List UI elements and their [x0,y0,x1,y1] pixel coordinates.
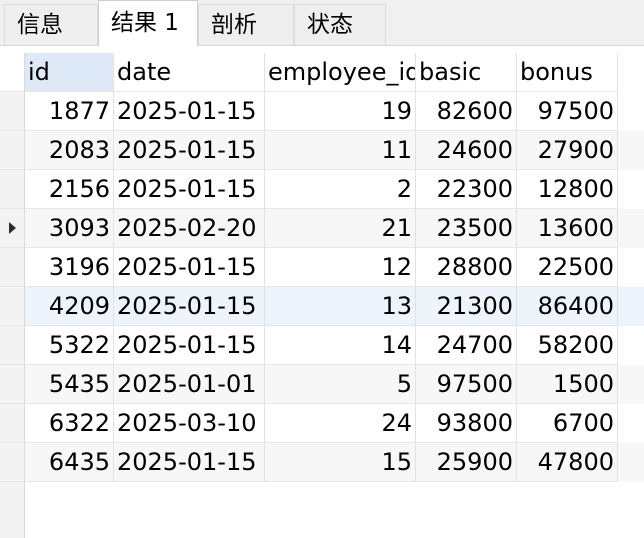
cell-basic[interactable]: 82600 [416,92,517,131]
tab-info-label: 信息 [17,12,63,38]
tab-result-1-label: 结果 1 [111,10,179,36]
cell-bonus[interactable]: 12800 [517,170,618,209]
cell-id[interactable]: 5322 [25,326,114,365]
cell-employee-id[interactable]: 24 [265,404,416,443]
cell-bonus[interactable]: 47800 [517,443,618,482]
cell-id[interactable]: 3196 [25,248,114,287]
cell-bonus[interactable]: 22500 [517,248,618,287]
row-indicator[interactable] [0,248,25,287]
table-row[interactable]: 3093 2025-02-20 21 23500 13600 [0,209,644,248]
cell-basic[interactable]: 22300 [416,170,517,209]
cell-date[interactable]: 2025-01-15 [114,170,265,209]
column-header-bonus[interactable]: bonus [517,53,618,92]
cell-id[interactable]: 4209 [25,287,114,326]
row-indicator[interactable] [0,365,25,404]
cell-id[interactable]: 5435 [25,365,114,404]
column-header-id[interactable]: id [25,53,114,92]
row-indicator[interactable] [0,170,25,209]
cell-id[interactable]: 6322 [25,404,114,443]
cell-employee-id[interactable]: 5 [265,365,416,404]
table-row[interactable]: 5322 2025-01-15 14 24700 58200 [0,326,644,365]
table-row[interactable]: 6322 2025-03-10 24 93800 6700 [0,404,644,443]
cell-id[interactable]: 2156 [25,170,114,209]
cell-date[interactable]: 2025-03-10 [114,404,265,443]
cell-bonus[interactable]: 13600 [517,209,618,248]
cell-basic[interactable]: 93800 [416,404,517,443]
tab-profile-label: 剖析 [211,12,257,38]
cell-basic[interactable]: 23500 [416,209,517,248]
cell-id[interactable]: 3093 [25,209,114,248]
cell-employee-id[interactable]: 21 [265,209,416,248]
cell-employee-id[interactable]: 19 [265,92,416,131]
cell-employee-id[interactable]: 12 [265,248,416,287]
column-header-basic[interactable]: basic [416,53,517,92]
cell-employee-id[interactable]: 15 [265,443,416,482]
cell-employee-id[interactable]: 13 [265,287,416,326]
row-indicator-column [0,482,25,538]
table-row[interactable]: 1877 2025-01-15 19 82600 97500 [0,92,644,131]
tab-status[interactable]: 状态 [294,4,386,45]
cell-basic[interactable]: 28800 [416,248,517,287]
cell-bonus[interactable]: 27900 [517,131,618,170]
result-tab-bar: 信息 结果 1 剖析 状态 [0,0,644,46]
grid-header-row: id date employee_id basic bonus [0,53,644,92]
cell-date[interactable]: 2025-01-15 [114,287,265,326]
cell-employee-id[interactable]: 2 [265,170,416,209]
cell-date[interactable]: 2025-01-15 [114,92,265,131]
cell-employee-id[interactable]: 11 [265,131,416,170]
row-indicator[interactable] [0,92,25,131]
cell-basic[interactable]: 24700 [416,326,517,365]
row-indicator[interactable] [0,326,25,365]
header-row-indicator [0,53,25,92]
table-row[interactable]: 5435 2025-01-01 5 97500 1500 [0,365,644,404]
tab-status-label: 状态 [307,12,353,38]
column-header-employee-id[interactable]: employee_id [265,53,416,92]
cell-date[interactable]: 2025-02-20 [114,209,265,248]
table-row[interactable]: 6435 2025-01-15 15 25900 47800 [0,443,644,482]
table-row[interactable]: 3196 2025-01-15 12 28800 22500 [0,248,644,287]
current-row-marker-icon [9,222,16,234]
cell-bonus[interactable]: 58200 [517,326,618,365]
row-indicator[interactable] [0,404,25,443]
cell-id[interactable]: 6435 [25,443,114,482]
cell-bonus[interactable]: 6700 [517,404,618,443]
row-indicator[interactable] [0,131,25,170]
row-indicator[interactable] [0,443,25,482]
tab-profile[interactable]: 剖析 [198,4,294,45]
cell-basic[interactable]: 25900 [416,443,517,482]
cell-employee-id[interactable]: 14 [265,326,416,365]
cell-basic[interactable]: 24600 [416,131,517,170]
cell-date[interactable]: 2025-01-01 [114,365,265,404]
row-indicator[interactable] [0,287,25,326]
cell-date[interactable]: 2025-01-15 [114,248,265,287]
cell-bonus[interactable]: 1500 [517,365,618,404]
cell-id[interactable]: 1877 [25,92,114,131]
cell-bonus[interactable]: 97500 [517,92,618,131]
table-row[interactable]: 4209 2025-01-15 13 21300 86400 [0,287,644,326]
cell-id[interactable]: 2083 [25,131,114,170]
tab-info[interactable]: 信息 [4,4,98,45]
grid-empty-area [0,482,644,538]
cell-date[interactable]: 2025-01-15 [114,326,265,365]
grid-body: 1877 2025-01-15 19 82600 97500 2083 2025-01-15… [0,92,644,521]
cell-basic[interactable]: 97500 [416,365,517,404]
column-header-date[interactable]: date [114,53,265,92]
cell-date[interactable]: 2025-01-15 [114,131,265,170]
result-grid[interactable]: id date employee_id basic bonus 1877 2025… [0,53,644,521]
table-row[interactable]: 2156 2025-01-15 2 22300 12800 [0,170,644,209]
cell-bonus[interactable]: 86400 [517,287,618,326]
tab-result-1[interactable]: 结果 1 [98,0,198,46]
cell-basic[interactable]: 21300 [416,287,517,326]
row-indicator[interactable] [0,209,25,248]
cell-date[interactable]: 2025-01-15 [114,443,265,482]
table-row[interactable]: 2083 2025-01-15 11 24600 27900 [0,131,644,170]
